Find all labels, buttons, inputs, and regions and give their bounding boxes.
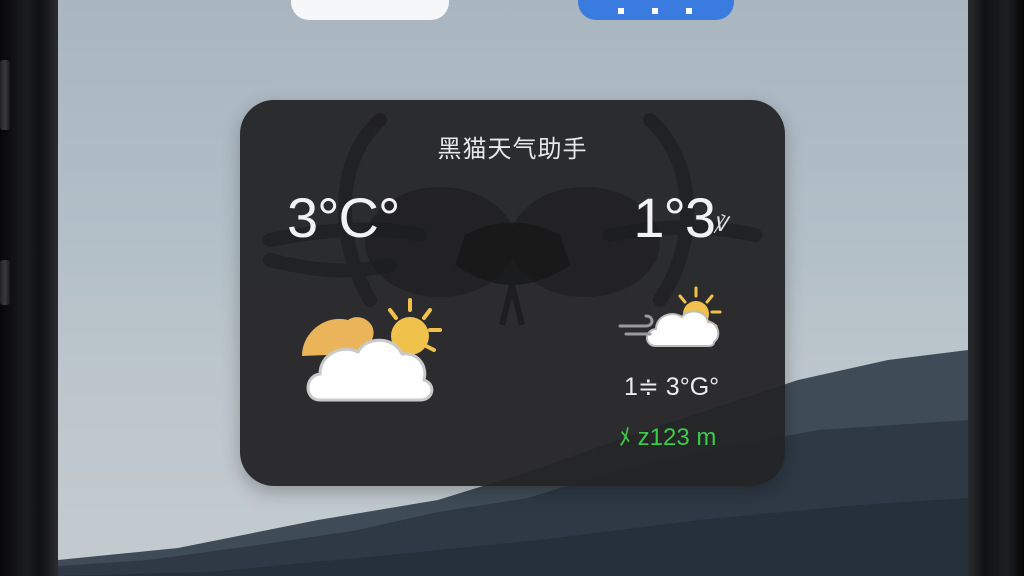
current-temperature: 3°C° (287, 186, 400, 249)
volume-up-button (0, 60, 10, 130)
volume-down-button (0, 260, 10, 305)
blue-app-icon[interactable] (578, 0, 734, 20)
altitude-reading: ﾒ z123 m (619, 424, 717, 451)
secondary-temperature: 1°3 (633, 186, 716, 249)
app-glyph-icon (618, 8, 692, 14)
temperature-range: 1≑ 3°G° (624, 373, 720, 401)
weather-widget[interactable]: 黑猫天气助手 3°C° 1°3 ℣ 1≑ 3°G° ﾒ z123 m (240, 100, 785, 486)
secondary-temperature-unit: ℣ (713, 214, 727, 236)
partly-cloudy-icon (302, 298, 442, 402)
widget-title: 黑猫天气助手 (437, 136, 588, 163)
phone-bezel-right (968, 0, 1024, 576)
windy-partly-cloudy-icon (618, 286, 722, 347)
white-app-icon[interactable] (291, 0, 449, 20)
